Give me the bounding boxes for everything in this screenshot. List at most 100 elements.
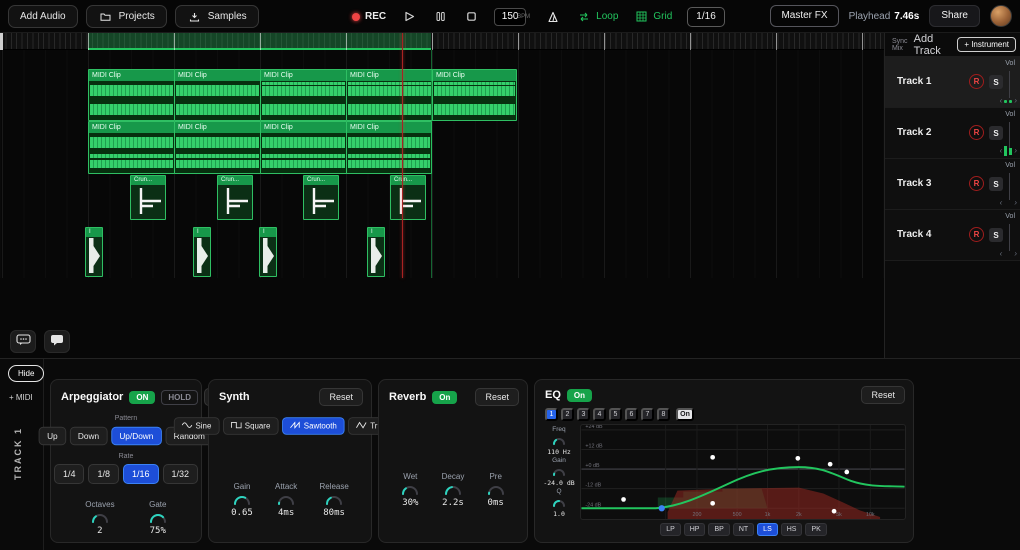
volume-slider[interactable] [1009, 173, 1010, 200]
track-row[interactable]: Track 3 R S Vol ‹› [885, 159, 1020, 210]
pause-button[interactable] [432, 9, 448, 25]
rate-1-8[interactable]: 1/8 [88, 464, 119, 484]
eq-reset-button[interactable]: Reset [861, 386, 905, 404]
midi-clip[interactable]: MIDI Clip [260, 69, 347, 121]
knob-release[interactable]: Release 80ms [319, 482, 348, 518]
knob-octaves[interactable]: Octaves 2 [85, 500, 114, 536]
eq-band-7[interactable]: 7 [641, 408, 654, 421]
loop-toggle[interactable]: Loop [576, 9, 618, 25]
knob-gain[interactable]: Gain 0.65 [231, 482, 253, 518]
play-button[interactable] [401, 9, 417, 25]
volume-slider[interactable] [1009, 122, 1010, 149]
midi-clip[interactable]: MIDI Clip [432, 69, 517, 121]
midi-clip[interactable]: MIDI Clip [260, 121, 347, 174]
pattern-up-down[interactable]: Up/Down [111, 427, 162, 445]
eq-band-8[interactable]: 8 [657, 408, 670, 421]
midi-clip[interactable]: MIDI Clip [346, 69, 433, 121]
rate-1-16[interactable]: 1/16 [123, 464, 159, 484]
add-instrument-button[interactable]: + Instrument [957, 37, 1016, 52]
scroll-thumb[interactable] [0, 33, 3, 50]
stop-button[interactable] [463, 9, 479, 25]
record-arm-button[interactable]: R [969, 176, 984, 191]
samples-button[interactable]: Samples [175, 5, 259, 28]
record-arm-button[interactable]: R [969, 227, 984, 242]
eq-on-toggle[interactable]: On [567, 389, 592, 402]
arp-hold-toggle[interactable]: HOLD [161, 390, 198, 405]
rate-1-32[interactable]: 1/32 [163, 464, 199, 484]
track-row[interactable]: Track 4 R S Vol ‹› [885, 210, 1020, 261]
eq-band-1[interactable]: 1 [545, 408, 558, 421]
filter-lp[interactable]: LP [660, 523, 681, 536]
knob-freq[interactable]: Freq 110 Hz [547, 426, 570, 456]
metronome-icon[interactable] [545, 9, 561, 25]
record-arm-button[interactable]: R [969, 125, 984, 140]
wave-sawtooth[interactable]: Sawtooth [282, 417, 345, 435]
midi-clip[interactable]: MIDI Clip [88, 69, 175, 121]
arrangement-area[interactable]: MIDI ClipMIDI ClipMIDI ClipMIDI ClipMIDI… [0, 33, 884, 358]
midi-clip[interactable]: MIDI Clip [174, 121, 261, 174]
pan-meter[interactable]: ‹› [1000, 146, 1017, 156]
solo-button[interactable]: S [989, 228, 1003, 242]
volume-slider[interactable] [1009, 71, 1010, 98]
midi-clip[interactable]: MIDI Clip [346, 121, 432, 174]
track-row[interactable]: Track 2 R S Vol ‹› [885, 108, 1020, 159]
chat-toggle-button[interactable] [10, 330, 36, 353]
midi-clip[interactable]: MIDI Clip [88, 121, 175, 174]
filter-nt[interactable]: NT [733, 523, 754, 536]
reverb-reset-button[interactable]: Reset [475, 388, 519, 406]
pan-meter[interactable]: ‹› [1000, 97, 1017, 105]
midi-clip[interactable]: MIDI Clip [174, 69, 261, 121]
projects-button[interactable]: Projects [86, 5, 167, 28]
add-midi-button[interactable]: + MIDI [9, 393, 33, 402]
volume-slider[interactable] [1009, 224, 1010, 251]
filter-hp[interactable]: HP [684, 523, 706, 536]
track-row[interactable]: Track 1 R S Vol ‹› [885, 57, 1020, 108]
reverb-on-toggle[interactable]: On [432, 391, 457, 404]
share-button[interactable]: Share [929, 5, 980, 27]
record-button[interactable]: REC [352, 11, 386, 22]
knob-wet[interactable]: Wet 30% [401, 472, 419, 508]
eq-band-5[interactable]: 5 [609, 408, 622, 421]
eq-band-3[interactable]: 3 [577, 408, 590, 421]
solo-button[interactable]: S [989, 126, 1003, 140]
audio-clip[interactable]: I [259, 227, 277, 277]
knob-pre[interactable]: Pre 0ms [487, 472, 505, 508]
solo-button[interactable]: S [989, 75, 1003, 89]
eq-band-2[interactable]: 2 [561, 408, 574, 421]
master-fx-button[interactable]: Master FX [770, 5, 838, 27]
wave-sine[interactable]: Sine [174, 417, 220, 435]
audio-clip[interactable]: Crun... [390, 175, 426, 220]
audio-clip[interactable]: I [193, 227, 211, 277]
knob-q[interactable]: Q 1.0 [552, 488, 566, 518]
rate-1-4[interactable]: 1/4 [54, 464, 85, 484]
filter-pk[interactable]: PK [805, 523, 826, 536]
audio-clip[interactable]: Crun... [303, 175, 339, 220]
notes-toggle-button[interactable] [44, 330, 70, 353]
arp-on-toggle[interactable]: ON [129, 391, 155, 404]
playhead-line[interactable] [402, 33, 403, 278]
record-arm-button[interactable]: R [969, 74, 984, 89]
avatar[interactable] [990, 5, 1012, 27]
grid-toggle[interactable]: Grid [633, 9, 672, 25]
eq-graph[interactable]: +24 dB+12 dB+0 dB-12 dB-24 dB 2005001k2k… [580, 424, 906, 520]
add-audio-button[interactable]: Add Audio [8, 5, 78, 28]
grid-division-button[interactable]: 1/16 [687, 7, 724, 27]
timeline-ruler[interactable] [0, 33, 884, 50]
eq-band-on-button[interactable]: On [676, 408, 694, 421]
pattern-up[interactable]: Up [39, 427, 66, 445]
wave-square[interactable]: Square [223, 417, 278, 435]
knob-gain[interactable]: Gain -24.0 dB [543, 457, 574, 487]
knob-decay[interactable]: Decay 2.2s [442, 472, 465, 508]
audio-clip[interactable]: Crun... [130, 175, 166, 220]
audio-clip[interactable]: I [367, 227, 385, 277]
eq-band-4[interactable]: 4 [593, 408, 606, 421]
knob-gate[interactable]: Gate 75% [149, 500, 167, 536]
hide-button[interactable]: Hide [8, 365, 44, 382]
filter-bp[interactable]: BP [708, 523, 729, 536]
filter-hs[interactable]: HS [781, 523, 803, 536]
synth-reset-button[interactable]: Reset [319, 388, 363, 406]
pattern-down[interactable]: Down [70, 427, 108, 445]
solo-button[interactable]: S [989, 177, 1003, 191]
audio-clip[interactable]: I [85, 227, 103, 277]
pan-meter[interactable]: ‹› [1000, 250, 1017, 258]
